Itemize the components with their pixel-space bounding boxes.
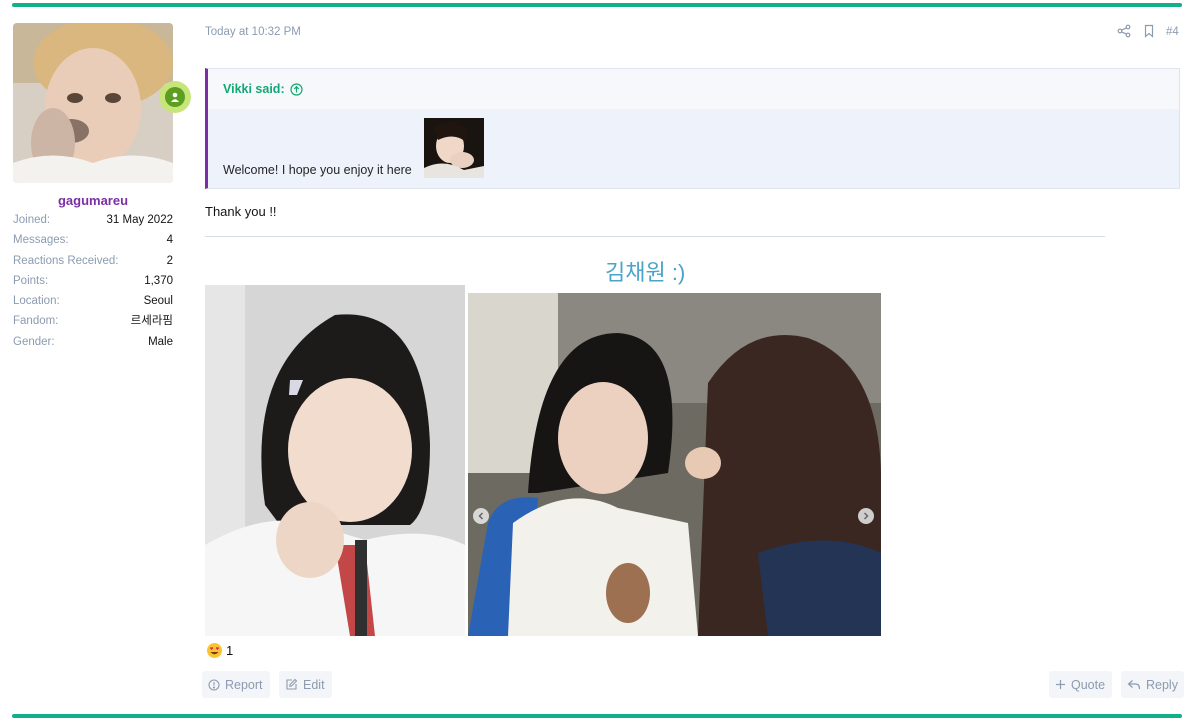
carousel-prev-button[interactable]: [473, 508, 489, 524]
bookmark-icon[interactable]: [1142, 24, 1156, 38]
online-status-badge: [159, 81, 191, 113]
post-number-link[interactable]: #4: [1166, 26, 1179, 38]
reaction-summary[interactable]: 1: [206, 642, 233, 659]
quote-button[interactable]: Quote: [1049, 671, 1112, 698]
carousel-next-button[interactable]: [858, 508, 874, 524]
quote-image[interactable]: [424, 118, 484, 178]
post-body-text: Thank you !!: [205, 204, 277, 219]
reaction-count: 1: [226, 643, 234, 658]
quote-body: Welcome! I hope you enjoy it here: [208, 109, 1179, 189]
quote-author[interactable]: Vikki said:: [223, 82, 285, 96]
stat-location: Location: Seoul: [13, 295, 173, 308]
post-top-border: [12, 3, 1182, 7]
arrow-up-circle-icon[interactable]: [290, 82, 303, 96]
report-label: Report: [225, 677, 263, 692]
avatar[interactable]: [13, 23, 173, 183]
chevron-left-icon: [478, 512, 484, 520]
quote-label: Quote: [1071, 677, 1106, 692]
edit-button[interactable]: Edit: [279, 671, 332, 698]
reply-button[interactable]: Reply: [1121, 671, 1184, 698]
quote-header[interactable]: Vikki said:: [208, 69, 1179, 109]
alert-circle-icon: [208, 678, 220, 691]
post-bottom-border: [12, 714, 1182, 718]
quote-block: Vikki said: Welcome! I hope you enjoy it…: [205, 68, 1180, 189]
stat-joined: Joined: 31 May 2022: [13, 214, 173, 226]
username[interactable]: gagumareu: [13, 193, 173, 208]
stat-reactions: Reactions Received: 2: [13, 254, 173, 267]
share-icon[interactable]: [1117, 24, 1131, 38]
reply-label: Reply: [1146, 677, 1178, 692]
post-title-text: 김채원 :): [605, 260, 686, 285]
post-image-2[interactable]: [468, 293, 881, 636]
reply-arrow-icon: [1127, 679, 1141, 689]
content-divider: [205, 236, 1105, 237]
report-button[interactable]: Report: [202, 671, 270, 698]
edit-icon: [286, 678, 298, 690]
user-icon: [165, 87, 185, 107]
post-image-1[interactable]: [205, 285, 465, 636]
stat-fandom: Fandom: 르세라핌: [13, 315, 173, 328]
plus-icon: [1056, 680, 1065, 689]
post-date[interactable]: Today at 10:32 PM: [205, 26, 301, 38]
edit-label: Edit: [303, 677, 325, 692]
heart-eyes-emoji-icon: [207, 643, 222, 658]
stat-points: Points: 1,370: [13, 274, 173, 287]
user-stats: Joined: 31 May 2022 Messages: 4 Reactions …: [13, 212, 173, 354]
quote-text: Welcome! I hope you enjoy it here: [223, 163, 412, 177]
stat-gender: Gender: Male: [13, 335, 173, 348]
stat-messages: Messages: 4: [13, 234, 173, 247]
chevron-right-icon: [863, 512, 869, 520]
